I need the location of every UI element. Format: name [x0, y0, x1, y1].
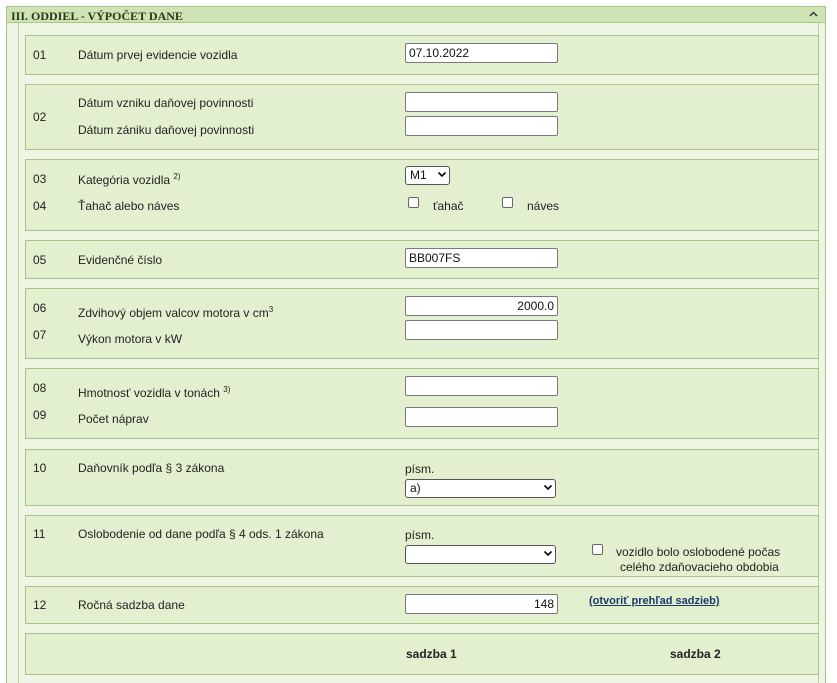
full-period-exemption-checkbox[interactable]: [592, 544, 603, 555]
first-registration-date-input[interactable]: 07.10.2022: [405, 43, 558, 63]
engine-power-input[interactable]: [405, 320, 558, 340]
exemption-label: Oslobodenie od dane podľa § 4 ods. 1 zák…: [78, 527, 324, 541]
annual-tax-rate-input[interactable]: 148: [405, 594, 558, 614]
exemption-letter-label: písm.: [405, 528, 435, 542]
row-number: 01: [33, 48, 47, 62]
exemption-letter-select[interactable]: [405, 545, 556, 564]
row-number: 02: [33, 110, 47, 124]
taxpayer-label: Daňovník podľa § 3 zákona: [78, 461, 225, 475]
tractor-checkbox[interactable]: [408, 197, 419, 208]
rate-1-header: sadzba 1: [406, 647, 457, 661]
row-number: 07: [33, 328, 47, 342]
trailer-option-label: náves: [527, 199, 560, 213]
collapse-icon[interactable]: [807, 8, 819, 20]
row-number: 08: [33, 381, 47, 395]
full-period-exemption-label-2: celého zdaňovacieho obdobia: [620, 560, 779, 574]
taxpayer-letter-value: a): [410, 481, 421, 495]
open-rates-overview-link[interactable]: (otvoriť prehľad sadzieb): [589, 595, 720, 607]
row-number: 06: [33, 301, 47, 315]
row-number: 10: [33, 461, 47, 475]
taxpayer-letter-select[interactable]: a): [405, 479, 556, 498]
chevron-down-icon: [544, 485, 552, 490]
row-number: 11: [33, 527, 46, 541]
registration-number-label: Evidenčné číslo: [78, 253, 163, 267]
annual-tax-rate-label: Ročná sadzba dane: [78, 598, 185, 612]
row-number: 03: [33, 172, 47, 186]
taxpayer-letter-label: písm.: [405, 462, 435, 476]
row-number: 05: [33, 253, 47, 267]
full-period-exemption-label-1: vozidlo bolo oslobodené počas: [616, 545, 781, 559]
vehicle-category-label: Kategória vozidla 2): [78, 172, 181, 187]
row-number: 09: [33, 408, 47, 422]
first-registration-label: Dátum prvej evidencie vozidla: [78, 48, 238, 62]
axle-count-input[interactable]: [405, 407, 558, 427]
tax-liability-end-input[interactable]: [405, 116, 558, 136]
section-title: III. ODDIEL - VÝPOČET DANE: [11, 9, 183, 23]
tractor-or-trailer-label: Ťahač alebo náves: [78, 199, 180, 213]
trailer-checkbox[interactable]: [502, 197, 513, 208]
engine-power-label: Výkon motora v kW: [78, 332, 183, 346]
engine-displacement-input[interactable]: 2000.0: [405, 296, 558, 316]
chevron-down-icon: [438, 172, 446, 177]
tax-liability-end-label: Dátum zániku daňovej povinnosti: [78, 123, 255, 137]
tractor-option-label: ťahač: [433, 199, 464, 213]
tax-liability-start-input[interactable]: [405, 92, 558, 112]
rate-2-header: sadzba 2: [670, 647, 721, 661]
vehicle-weight-label: Hmotnosť vozidla v tonách 3): [78, 385, 231, 400]
axle-count-label: Počet náprav: [78, 412, 149, 426]
row-number: 12: [33, 598, 47, 612]
registration-number-input[interactable]: BB007FS: [405, 248, 558, 268]
vehicle-category-select[interactable]: M1: [405, 166, 450, 185]
tax-liability-start-label: Dátum vzniku daňovej povinnosti: [78, 96, 254, 110]
section-header: III. ODDIEL - VÝPOČET DANE: [6, 6, 826, 23]
chevron-down-icon: [544, 551, 552, 556]
vehicle-category-value: M1: [410, 168, 427, 182]
vehicle-weight-input[interactable]: [405, 376, 558, 396]
engine-displacement-label: Zdvihový objem valcov motora v cm3: [78, 305, 274, 320]
row-number: 04: [33, 199, 47, 213]
